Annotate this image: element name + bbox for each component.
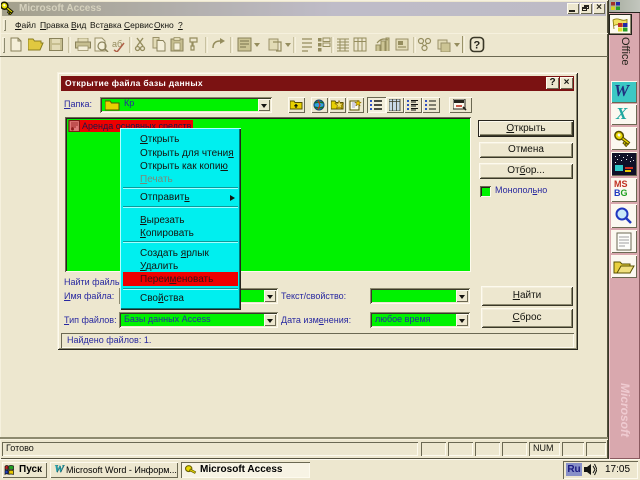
- svg-text:?: ?: [474, 40, 481, 52]
